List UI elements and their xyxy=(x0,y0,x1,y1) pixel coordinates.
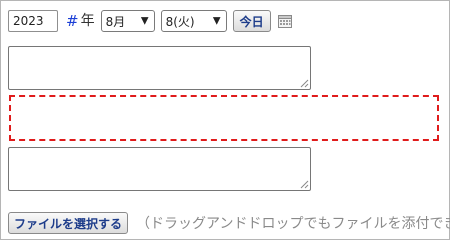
day-select-value: 8(火) xyxy=(165,14,195,29)
year-suffix-label: 年 xyxy=(80,13,95,29)
drag-drop-hint: （ドラッグアンドドロップでもファイルを添付でき xyxy=(136,216,450,232)
chevron-down-icon: ▼ xyxy=(140,15,149,27)
month-select-value: 8月 xyxy=(105,14,126,29)
month-select[interactable]: 8月 ▼ xyxy=(100,10,155,32)
resize-grip-icon[interactable] xyxy=(300,79,309,88)
chevron-down-icon: ▼ xyxy=(212,15,221,27)
date-row: # 年 8月 ▼ 8(火) ▼ 今日 xyxy=(8,10,293,32)
hash-mark: # xyxy=(66,12,79,30)
memo-textarea-top[interactable] xyxy=(8,46,311,90)
today-button[interactable]: 今日 xyxy=(232,10,271,32)
file-drop-zone[interactable] xyxy=(9,95,439,141)
select-file-button[interactable]: ファイルを選択する xyxy=(8,212,129,234)
attachment-row: ファイルを選択する （ドラッグアンドドロップでもファイルを添付でき xyxy=(8,212,450,234)
day-select[interactable]: 8(火) ▼ xyxy=(160,10,227,32)
calendar-icon[interactable] xyxy=(277,13,293,29)
memo-textarea-bottom[interactable] xyxy=(8,147,311,191)
year-input[interactable] xyxy=(8,10,58,32)
resize-grip-icon[interactable] xyxy=(300,180,309,189)
